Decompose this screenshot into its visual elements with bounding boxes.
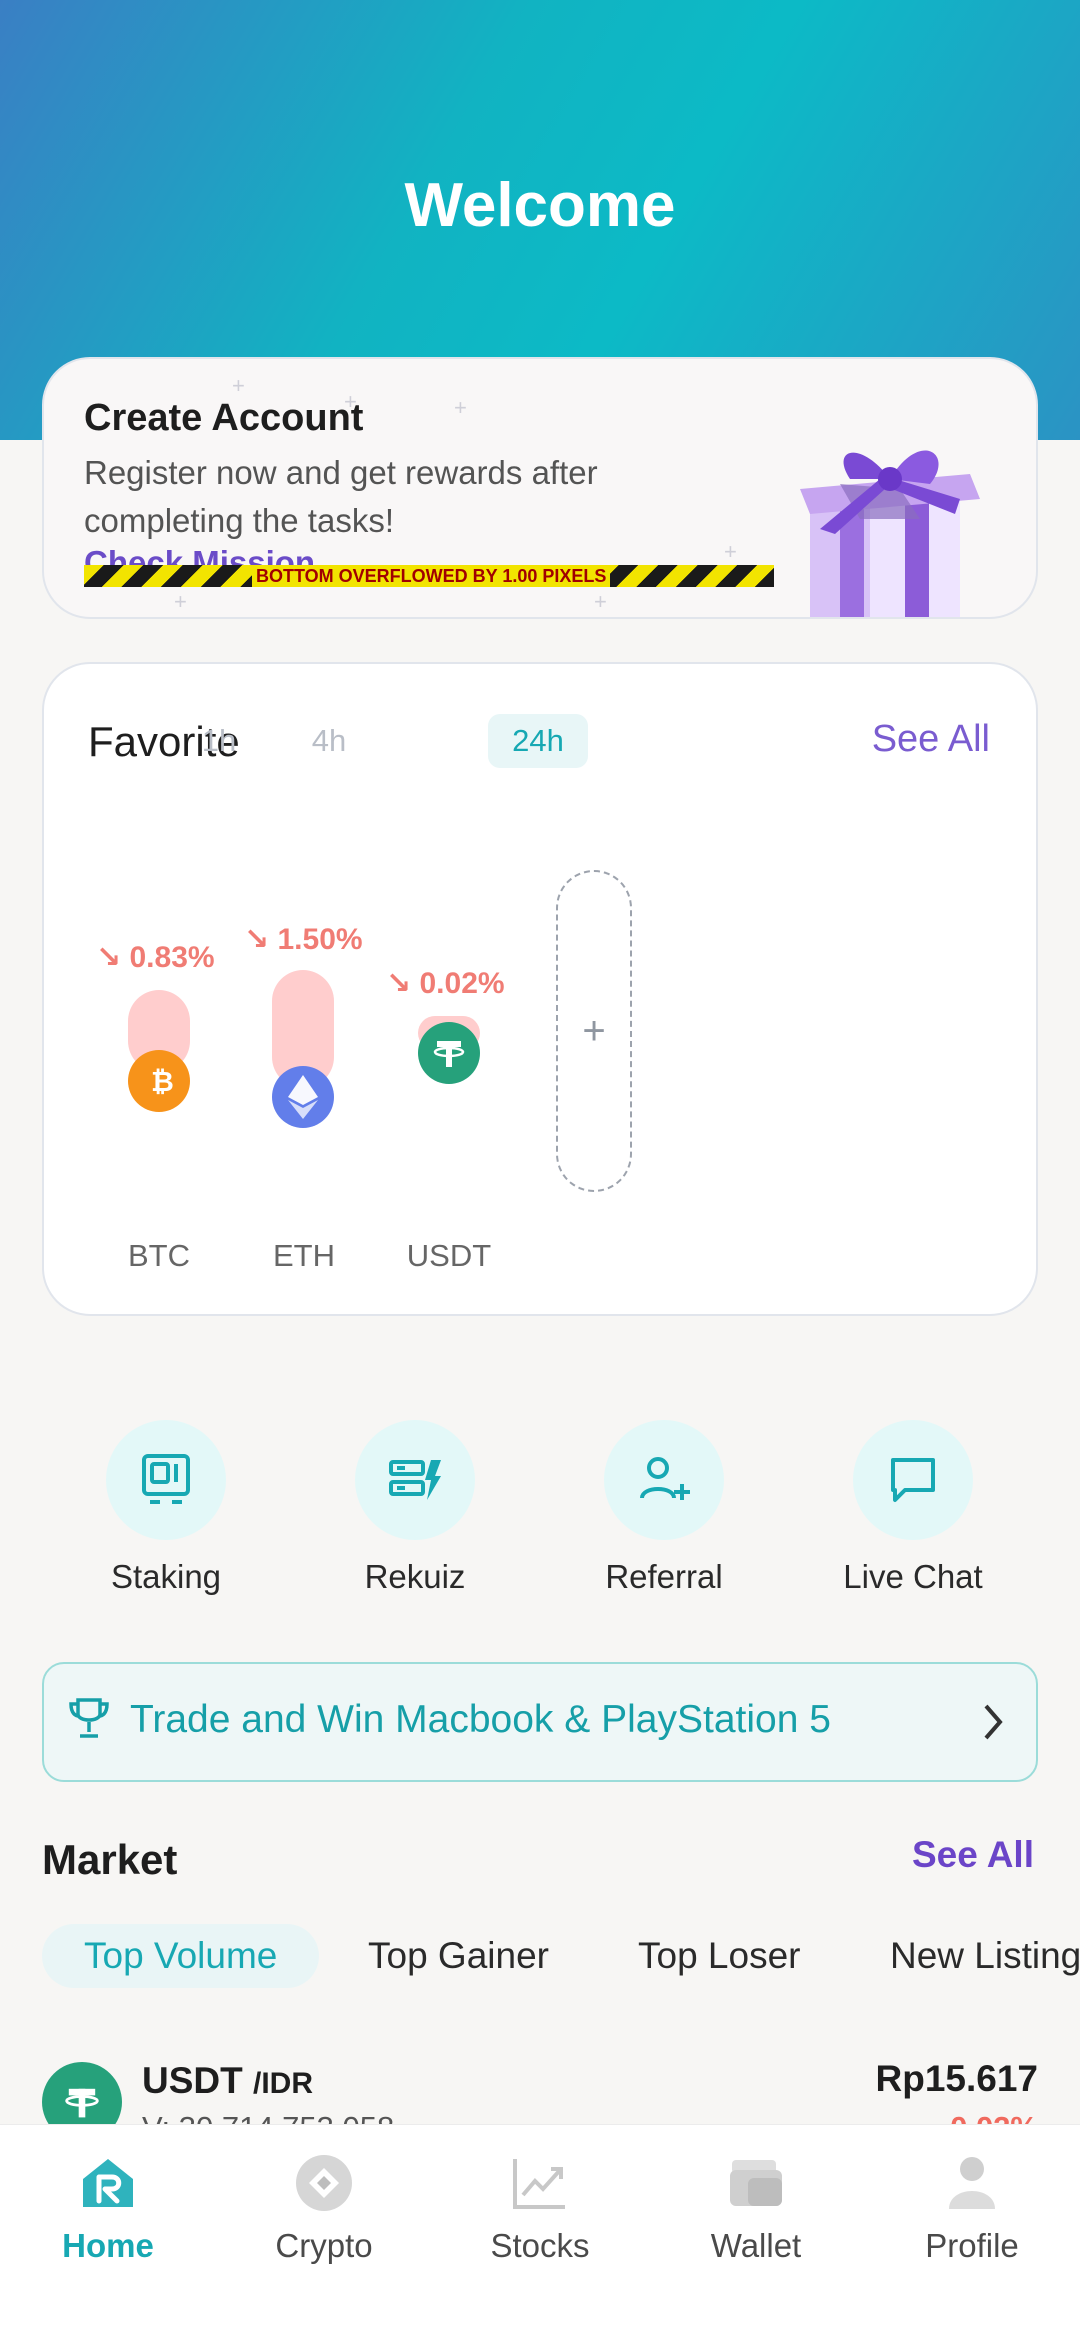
tether-icon[interactable] xyxy=(418,1022,480,1084)
overflow-warning-text: BOTTOM OVERFLOWED BY 1.00 PIXELS xyxy=(252,565,611,587)
nav-home-label: Home xyxy=(62,2227,154,2264)
rekuiz-action[interactable]: Rekuiz xyxy=(305,1420,525,1596)
nav-stocks[interactable]: Stocks xyxy=(432,2153,648,2265)
bottom-navigation: Home Crypto Stocks Wallet Profile xyxy=(0,2124,1080,2340)
crypto-icon xyxy=(294,2153,354,2213)
timeframe-24h[interactable]: 24h xyxy=(488,714,588,768)
profile-icon xyxy=(942,2153,1002,2213)
timeframe-4h[interactable]: 4h xyxy=(294,714,364,768)
nav-stocks-label: Stocks xyxy=(490,2227,590,2264)
ethereum-icon[interactable] xyxy=(272,1066,334,1128)
home-icon xyxy=(78,2153,138,2213)
tab-top-volume[interactable]: Top Volume xyxy=(42,1924,320,1988)
referral-icon xyxy=(640,1457,690,1500)
sparkle-icon: + xyxy=(454,395,467,420)
sparkle-icon: + xyxy=(594,589,607,614)
svg-text:₿: ₿ xyxy=(151,1065,174,1098)
nav-wallet-label: Wallet xyxy=(710,2227,802,2264)
eth-change: ↘ 1.50% xyxy=(244,923,363,956)
tab-top-loser[interactable]: Top Loser xyxy=(638,1924,801,1988)
create-account-card[interactable]: + + + + + + Create Account Register now … xyxy=(42,357,1038,619)
sparkle-icon: + xyxy=(724,539,737,564)
promo-banner[interactable]: Trade and Win Macbook & PlayStation 5 xyxy=(42,1662,1038,1782)
nav-wallet[interactable]: Wallet xyxy=(648,2153,864,2265)
usdt-label: USDT xyxy=(406,1238,492,1273)
sparkle-icon: + xyxy=(174,589,187,614)
create-account-title: Create Account xyxy=(84,397,364,439)
add-favorite-button[interactable]: + xyxy=(556,870,632,1192)
market-title: Market xyxy=(42,1836,178,1883)
stocks-icon xyxy=(510,2153,570,2213)
staking-action[interactable]: Staking xyxy=(56,1420,276,1596)
market-see-all-link[interactable]: See All xyxy=(912,1834,1034,1876)
usdt-change: ↘ 0.02% xyxy=(386,967,505,1000)
quiz-icon xyxy=(389,1460,441,1500)
referral-label: Referral xyxy=(605,1558,723,1595)
eth-label: ETH xyxy=(273,1238,335,1273)
timeframe-1h[interactable]: 1h xyxy=(184,714,254,768)
btc-change: ↘ 0.83% xyxy=(96,941,215,974)
tab-top-gainer[interactable]: Top Gainer xyxy=(368,1924,549,1988)
live-chat-label: Live Chat xyxy=(843,1558,983,1595)
promo-text: Trade and Win Macbook & PlayStation 5 xyxy=(130,1698,831,1741)
market-row-price: Rp15.617 xyxy=(875,2058,1039,2099)
live-chat-action[interactable]: Live Chat xyxy=(803,1420,1023,1596)
referral-action[interactable]: Referral xyxy=(554,1420,774,1596)
market-row-name[interactable]: USDT /IDR xyxy=(142,2060,313,2102)
rekuiz-label: Rekuiz xyxy=(364,1558,466,1595)
favorite-see-all-link[interactable]: See All xyxy=(872,718,990,761)
gift-box-icon xyxy=(800,450,980,617)
nav-profile[interactable]: Profile xyxy=(864,2153,1080,2265)
create-account-description: Register now and get rewards after compl… xyxy=(84,454,598,539)
nav-home[interactable]: Home xyxy=(0,2153,216,2265)
staking-icon xyxy=(142,1454,190,1504)
favorite-card: Favorite 1h 4h 24h See All ↘ 0.83% ₿ BTC… xyxy=(42,662,1038,1316)
sparkle-icon: + xyxy=(232,373,245,398)
trophy-icon xyxy=(69,1698,109,1738)
btc-label: BTC xyxy=(128,1238,190,1273)
wallet-icon xyxy=(726,2153,786,2213)
nav-crypto-label: Crypto xyxy=(275,2227,373,2264)
staking-label: Staking xyxy=(110,1558,222,1595)
tab-new-listing[interactable]: New Listing xyxy=(890,1924,1080,1988)
nav-crypto[interactable]: Crypto xyxy=(216,2153,432,2265)
bitcoin-icon[interactable]: ₿ xyxy=(128,1050,190,1112)
nav-profile-label: Profile xyxy=(925,2227,1019,2264)
chevron-right-icon xyxy=(984,1704,1003,1740)
chat-icon xyxy=(891,1458,935,1502)
welcome-title: Welcome xyxy=(404,171,676,240)
